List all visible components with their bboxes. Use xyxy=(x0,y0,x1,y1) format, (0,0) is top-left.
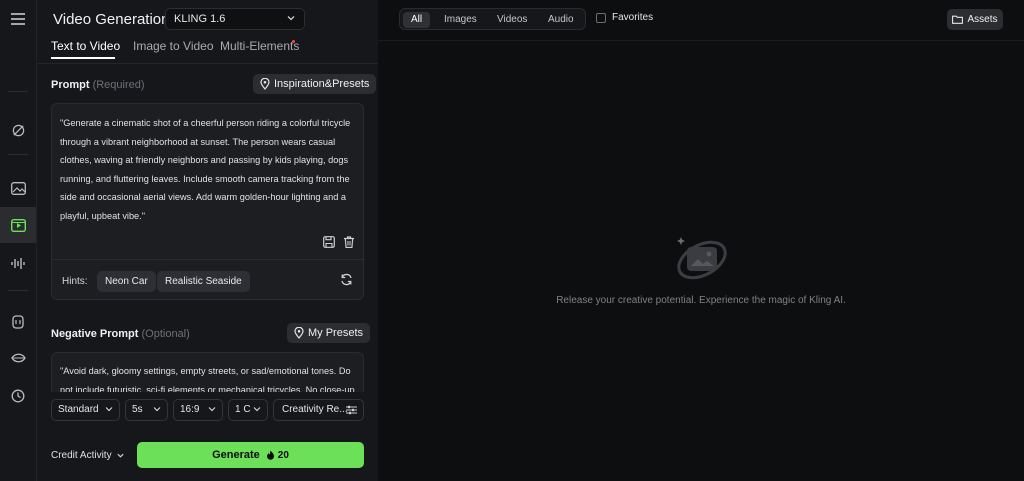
prompt-actions xyxy=(323,236,355,248)
nav-divider xyxy=(8,290,28,291)
negative-prompt-textarea[interactable]: "Avoid dark, gloomy settings, empty stre… xyxy=(51,352,364,392)
aspect-ratio-select[interactable]: 16:9 xyxy=(173,399,223,421)
generate-cost-value: 20 xyxy=(277,449,289,461)
tab-text-to-video[interactable]: Text to Video xyxy=(51,39,120,53)
favorites-label: Favorites xyxy=(612,12,654,23)
active-tab-indicator xyxy=(51,57,115,59)
hint-chip-realistic-seaside[interactable]: Realistic Seaside xyxy=(157,271,250,292)
tab-divider xyxy=(37,63,378,64)
filter-videos[interactable]: Videos xyxy=(489,12,535,28)
hints-divider xyxy=(52,259,365,260)
generate-cost: 20 xyxy=(266,450,289,461)
generate-label: Generate xyxy=(212,449,260,461)
mode-select[interactable]: Standard xyxy=(51,399,120,421)
empty-state-icon xyxy=(677,237,727,280)
negative-prompt-text: "Avoid dark, gloomy settings, empty stre… xyxy=(60,366,358,392)
prompt-textarea[interactable]: "Generate a cinematic shot of a cheerful… xyxy=(51,103,365,300)
sparkle-icon[interactable] xyxy=(0,112,36,148)
hints-label: Hints: xyxy=(62,276,88,287)
chevron-down-icon xyxy=(253,407,261,412)
chevron-down-icon xyxy=(287,16,295,21)
assets-button[interactable]: Assets xyxy=(947,9,1003,30)
hint-chip-neon-car[interactable]: Neon Car xyxy=(97,271,156,292)
history-icon[interactable] xyxy=(0,378,36,414)
negative-prompt-label-text: Negative Prompt xyxy=(51,328,139,340)
filter-all[interactable]: All xyxy=(403,12,431,28)
empty-state-message: Release your creative potential. Experie… xyxy=(556,295,846,306)
audio-icon[interactable] xyxy=(0,245,36,281)
filter-audio[interactable]: Audio xyxy=(540,12,582,28)
aspect-ratio-select-value: 16:9 xyxy=(180,404,200,415)
duration-select[interactable]: 5s xyxy=(125,399,168,421)
results-area: All Images Videos Audio Favorites Assets… xyxy=(378,0,1024,481)
location-pin-icon xyxy=(294,327,304,339)
trash-icon[interactable] xyxy=(343,236,355,248)
negative-prompt-label: Negative Prompt (Optional) xyxy=(51,328,190,340)
model-select[interactable]: KLING 1.6 xyxy=(165,8,305,30)
negative-prompt-optional-hint: (Optional) xyxy=(141,328,190,340)
output-count-select[interactable]: 1 C xyxy=(228,399,268,421)
mode-select-value: Standard xyxy=(58,404,99,415)
inspiration-presets-label: Inspiration&Presets xyxy=(274,78,370,90)
inspiration-presets-button[interactable]: Inspiration&Presets xyxy=(253,74,377,94)
creativity-settings-label: Creativity Re... xyxy=(282,404,348,415)
nav-divider xyxy=(8,154,28,155)
media-filter-bar: All Images Videos Audio xyxy=(399,8,586,30)
credit-flame-icon xyxy=(266,450,274,460)
prompt-label: Prompt (Required) xyxy=(51,79,145,91)
creativity-settings-button[interactable]: Creativity Re... xyxy=(273,399,364,421)
menu-icon[interactable] xyxy=(0,1,36,37)
chevron-down-icon xyxy=(105,407,113,412)
assets-label: Assets xyxy=(967,14,998,25)
nav-divider xyxy=(8,91,28,92)
output-count-select-value: 1 C xyxy=(235,404,251,415)
favorites-checkbox[interactable]: Favorites xyxy=(596,12,653,23)
prompt-required-hint: (Required) xyxy=(92,79,145,91)
generate-button[interactable]: Generate 20 xyxy=(137,442,364,468)
credit-activity-dropdown[interactable]: Credit Activity xyxy=(51,450,125,461)
checkbox-box xyxy=(596,12,606,23)
new-badge-dot xyxy=(292,40,295,43)
chevron-down-icon xyxy=(208,407,216,412)
duration-select-value: 5s xyxy=(132,404,143,415)
my-presets-label: My Presets xyxy=(308,327,364,339)
folder-icon xyxy=(952,15,964,24)
video-icon[interactable] xyxy=(0,207,36,243)
credit-activity-label: Credit Activity xyxy=(51,450,112,461)
character-icon[interactable] xyxy=(0,304,36,340)
location-pin-icon xyxy=(260,78,270,90)
page-title: Video Generation xyxy=(53,11,170,28)
image-icon[interactable] xyxy=(0,170,36,206)
save-icon[interactable] xyxy=(323,236,335,248)
filter-images[interactable]: Images xyxy=(436,12,485,28)
sliders-icon xyxy=(346,405,357,415)
chevron-down-icon xyxy=(116,453,124,458)
model-select-value: KLING 1.6 xyxy=(174,13,226,25)
tab-image-to-video[interactable]: Image to Video xyxy=(133,39,214,53)
header-divider xyxy=(378,40,1024,41)
refresh-icon[interactable] xyxy=(340,273,353,286)
generation-panel: Video Generation KLING 1.6 Text to Video… xyxy=(37,0,378,481)
tab-multi-elements[interactable]: Multi-Elements xyxy=(220,39,299,53)
my-presets-button[interactable]: My Presets xyxy=(287,323,371,343)
chevron-down-icon xyxy=(153,407,161,412)
prompt-text: "Generate a cinematic shot of a cheerful… xyxy=(60,118,351,221)
lips-icon[interactable] xyxy=(0,340,36,376)
prompt-label-text: Prompt xyxy=(51,79,90,91)
left-nav-rail xyxy=(0,0,37,481)
